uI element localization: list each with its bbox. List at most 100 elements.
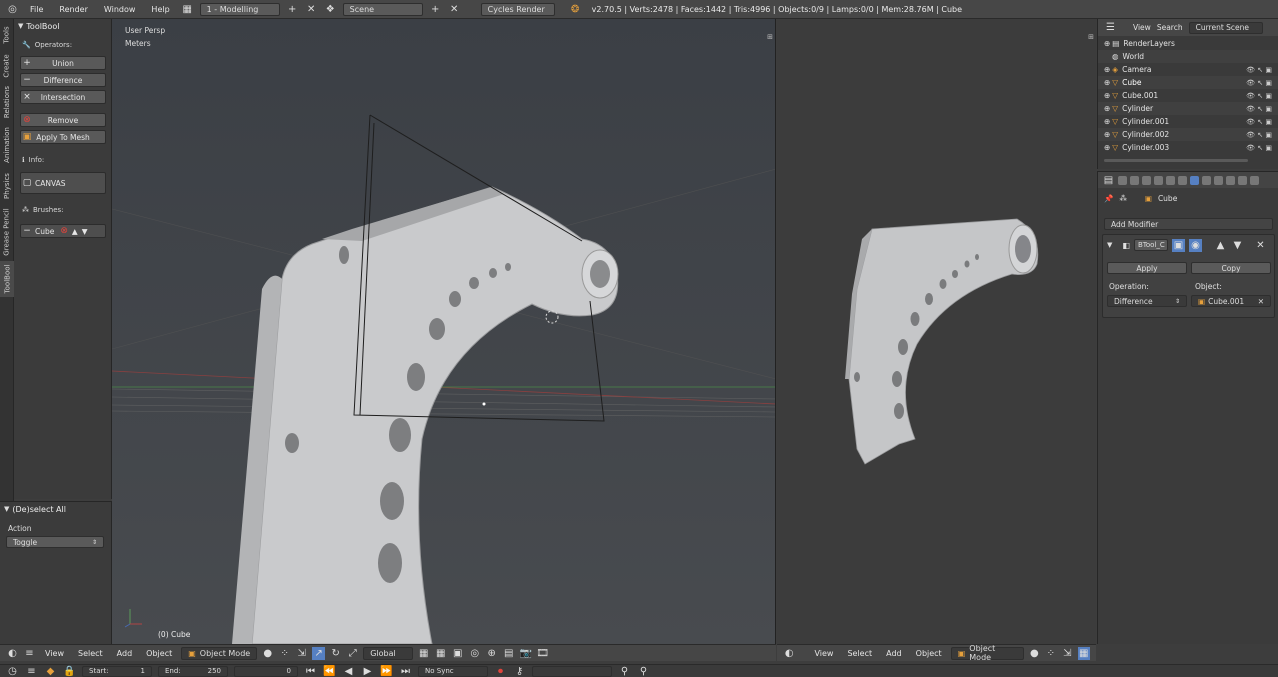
layers-grid-icon-2[interactable]: ▦ (434, 647, 447, 660)
keyframe-icon[interactable]: ◆ (44, 665, 57, 677)
modifiers-tab-icon[interactable] (1190, 175, 1199, 185)
properties-editor-icon[interactable]: ▤ (1102, 174, 1115, 187)
outliner-row-renderlayers[interactable]: ⊕ ▤ RenderLayers (1098, 37, 1278, 50)
outliner-row-cylinder001[interactable]: ⊕ ▽ Cylinder.001 👁 ↖ ▣ (1098, 115, 1278, 128)
expand-icon[interactable]: ⊕ (1104, 143, 1110, 152)
mode-select[interactable]: ▣ Object Mode (950, 644, 1025, 662)
jump-start-icon[interactable]: ⏮ (304, 665, 317, 677)
constraints-tab-icon[interactable] (1178, 175, 1187, 185)
boolean-object-field[interactable]: ▣ Cube.001 ✕ (1191, 295, 1271, 307)
start-frame-field[interactable]: Start: 1 (82, 665, 152, 677)
menu-view[interactable]: View (809, 649, 838, 658)
render-toggle-icon[interactable]: ▣ (1171, 238, 1185, 252)
remove-button[interactable]: ⊗ Remove (20, 113, 106, 127)
visibility-toggles[interactable]: 👁 ↖ ▣ (1246, 144, 1272, 152)
timeline-editor-icon[interactable]: ◷ (6, 665, 19, 677)
play-reverse-icon[interactable]: ◀ (342, 665, 355, 677)
move-up-icon[interactable]: ▲ (1214, 239, 1227, 252)
expand-icon[interactable]: ⊕ (1104, 130, 1110, 139)
menu-select[interactable]: Select (73, 649, 108, 658)
texture-tab-icon[interactable] (1226, 175, 1235, 185)
visibility-toggles[interactable]: 👁 ↖ ▣ (1246, 66, 1272, 74)
scale-manipulator-icon[interactable]: ⤢ (346, 647, 359, 660)
modifier-name-field[interactable]: BTool_C (1133, 239, 1168, 251)
mode-select[interactable]: ▣ Object Mode (181, 646, 258, 660)
snap-element-icon[interactable]: ▤ (502, 647, 515, 660)
render-tab-icon[interactable] (1118, 175, 1127, 185)
pivot-point-icon[interactable]: ⁘ (1045, 647, 1057, 660)
pivot-point-icon[interactable]: ⁘ (278, 647, 291, 660)
deselect-panel-header[interactable]: ▼ (De)select All (0, 502, 111, 516)
move-up-icon[interactable]: ▲ (72, 227, 78, 236)
difference-button[interactable]: − Difference (20, 73, 106, 87)
split-area-icon[interactable]: ⊞ (767, 33, 773, 41)
outliner-row-cylinder002[interactable]: ⊕ ▽ Cylinder.002 👁 ↖ ▣ (1098, 128, 1278, 141)
end-frame-field[interactable]: End: 250 (158, 665, 228, 677)
menu-object[interactable]: Object (141, 649, 177, 658)
menu-add[interactable]: Add (112, 649, 138, 658)
world-tab-icon[interactable] (1154, 175, 1163, 185)
lock-icon[interactable]: 🔒 (63, 665, 76, 677)
keying-set-field[interactable] (532, 665, 612, 677)
visibility-toggles[interactable]: 👁 ↖ ▣ (1246, 105, 1272, 113)
menu-toggle-icon[interactable]: ≡ (23, 647, 36, 660)
layers-grid-icon[interactable]: ▦ (417, 647, 430, 660)
menu-select[interactable]: Select (842, 649, 877, 658)
tab-tools[interactable]: Tools (0, 21, 14, 49)
visibility-toggles[interactable]: 👁 ↖ ▣ (1246, 92, 1272, 100)
outliner-row-cylinder003[interactable]: ⊕ ▽ Cylinder.003 👁 ↖ ▣ (1098, 141, 1278, 154)
menu-add[interactable]: Add (881, 649, 907, 658)
brush-list-item[interactable]: − Cube ⊗ ▲ ▼ (20, 224, 106, 238)
data-tab-icon[interactable] (1202, 175, 1211, 185)
orientation-select[interactable]: Global (363, 646, 414, 660)
outliner-row-cylinder[interactable]: ⊕ ▽ Cylinder 👁 ↖ ▣ (1098, 102, 1278, 115)
remove-brush-icon[interactable]: ⊗ (60, 226, 68, 236)
add-screen-icon[interactable]: + (286, 3, 299, 16)
pin-icon[interactable]: 📌 (1104, 194, 1113, 203)
apply-to-mesh-button[interactable]: ▣ Apply To Mesh (20, 130, 106, 144)
keying-set-icon[interactable]: ⚷ (513, 665, 526, 677)
outliner-display-select[interactable]: Current Scene (1188, 21, 1263, 34)
expand-icon[interactable]: ⊕ (1104, 78, 1110, 87)
jump-end-icon[interactable]: ⏭ (399, 665, 412, 677)
outliner-row-cube001[interactable]: ⊕ ▽ Cube.001 👁 ↖ ▣ (1098, 89, 1278, 102)
sync-mode-select[interactable]: No Sync (418, 665, 488, 677)
menu-toggle-icon[interactable]: ≡ (25, 665, 38, 677)
particles-tab-icon[interactable] (1238, 175, 1247, 185)
layers-active-icon[interactable]: ▦ (1077, 646, 1091, 660)
physics-tab-icon[interactable] (1250, 175, 1259, 185)
scene-field[interactable]: Scene (342, 2, 423, 16)
outliner-view-menu[interactable]: View (1133, 23, 1151, 32)
play-icon[interactable]: ▶ (361, 665, 374, 677)
snap-icon[interactable]: ⊕ (485, 647, 498, 660)
visibility-toggles[interactable]: 👁 ↖ ▣ (1246, 79, 1272, 87)
screen-layout-icon[interactable]: ▦ (181, 3, 194, 16)
record-icon[interactable]: ⏺ (494, 665, 507, 677)
outliner-scrollbar[interactable] (1104, 159, 1248, 162)
toolbool-panel-header[interactable]: ▼ ToolBool (14, 19, 111, 33)
delete-keyframe-icon[interactable]: ⚲ (637, 665, 650, 677)
expand-icon[interactable]: ⊕ (1104, 39, 1110, 48)
expand-icon[interactable]: ⊕ (1104, 91, 1110, 100)
prev-keyframe-icon[interactable]: ⏪ (323, 665, 336, 677)
viewport-toggle-icon[interactable]: ◉ (1188, 238, 1202, 252)
outliner-search-menu[interactable]: Search (1157, 23, 1183, 32)
split-area-icon-right[interactable]: ⊞ (1088, 33, 1094, 41)
menu-render[interactable]: Render (54, 5, 92, 14)
collapse-triangle-icon[interactable]: ▼ (1107, 241, 1112, 249)
remove-screen-icon[interactable]: ✕ (305, 3, 318, 16)
viewport-shading-icon[interactable]: ● (1028, 647, 1040, 660)
material-tab-icon[interactable] (1214, 175, 1223, 185)
action-select[interactable]: Toggle ⇕ (6, 536, 104, 548)
editor-type-icon[interactable]: ◐ (6, 647, 19, 660)
tab-toolbool[interactable]: ToolBool (0, 261, 14, 297)
render-engine-select[interactable]: Cycles Render (480, 2, 555, 16)
apply-button[interactable]: Apply (1107, 262, 1187, 274)
manipulator-toggle-icon[interactable]: ⇲ (295, 647, 308, 660)
lock-layers-icon[interactable]: ▣ (451, 647, 464, 660)
outliner-row-camera[interactable]: ⊕ ◈ Camera 👁 ↖ ▣ (1098, 63, 1278, 76)
tab-grease-pencil[interactable]: Grease Pencil (0, 205, 14, 259)
menu-file[interactable]: File (25, 5, 48, 14)
opengl-render-icon[interactable]: 🎞 (536, 647, 549, 660)
manipulator-toggle-icon[interactable]: ⇲ (1061, 647, 1073, 660)
